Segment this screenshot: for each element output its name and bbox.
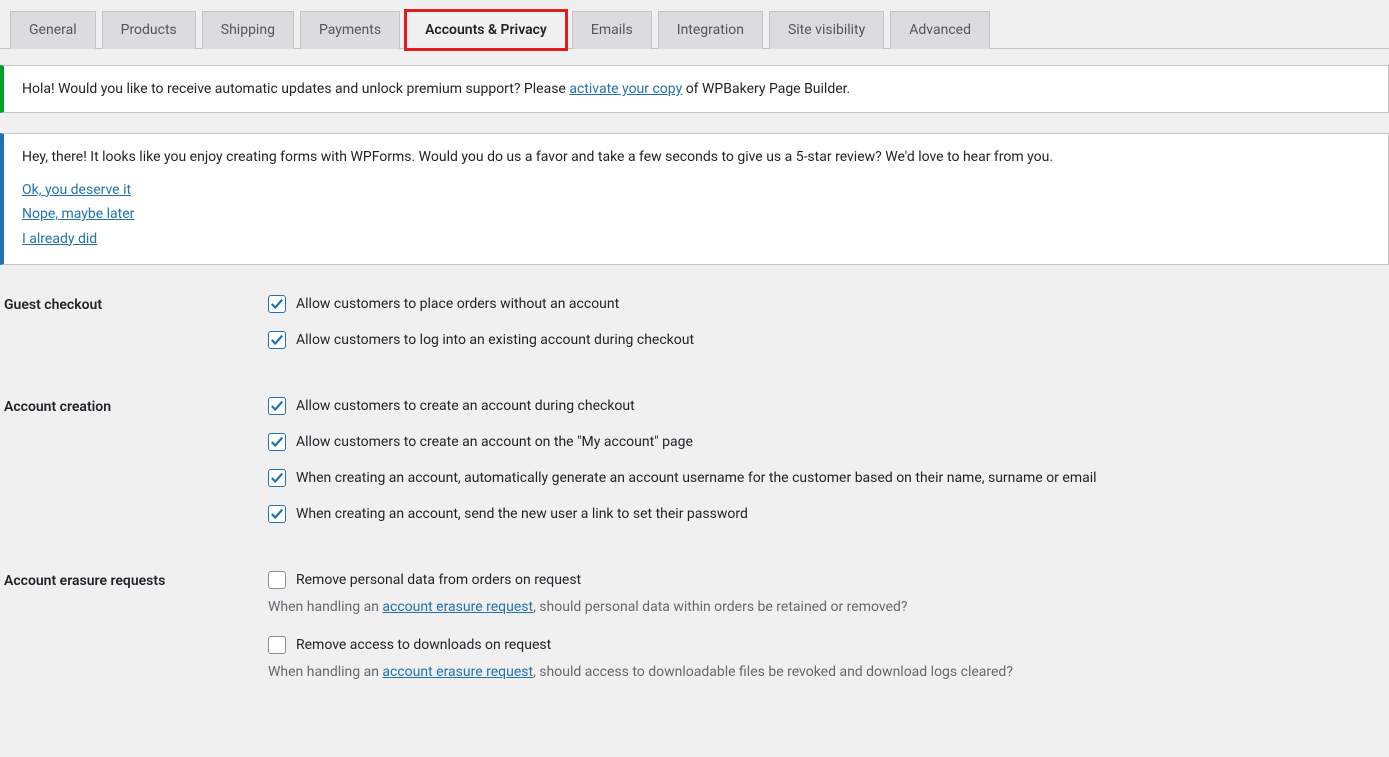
create-account-myaccount-label[interactable]: Allow customers to create an account on … — [296, 434, 693, 450]
erasure-help-1-prefix: When handling an — [268, 599, 382, 615]
notice-wpbakery: Hola! Would you like to receive automati… — [0, 65, 1389, 113]
tab-shipping[interactable]: Shipping — [202, 11, 294, 49]
tab-accounts-privacy[interactable]: Accounts & Privacy — [406, 11, 566, 49]
guest-login-checkbox[interactable] — [268, 331, 286, 349]
tab-emails[interactable]: Emails — [572, 11, 652, 49]
notice-wpforms: Hey, there! It looks like you enjoy crea… — [0, 133, 1389, 265]
tab-site-visibility[interactable]: Site visibility — [769, 11, 884, 49]
auto-username-label[interactable]: When creating an account, automatically … — [296, 470, 1097, 486]
create-account-checkout-label[interactable]: Allow customers to create an account dur… — [296, 398, 635, 414]
erasure-help-2: When handling an account erasure request… — [268, 662, 1389, 683]
auto-username-checkbox[interactable] — [268, 469, 286, 487]
guest-checkout-label: Guest checkout — [4, 295, 268, 313]
settings-tabs: General Products Shipping Payments Accou… — [0, 0, 1389, 49]
tab-integration[interactable]: Integration — [658, 11, 763, 49]
notice-wpforms-text: Hey, there! It looks like you enjoy crea… — [22, 146, 1370, 168]
create-account-checkout-checkbox[interactable] — [268, 397, 286, 415]
account-creation-label: Account creation — [4, 397, 268, 415]
password-link-label[interactable]: When creating an account, send the new u… — [296, 506, 748, 522]
account-erasure-label: Account erasure requests — [4, 571, 268, 589]
erasure-help-2-suffix: , should access to downloadable files be… — [533, 664, 1013, 680]
review-nope-link[interactable]: Nope, maybe later — [22, 203, 1370, 225]
notice-wpbakery-text-prefix: Hola! Would you like to receive automati… — [22, 81, 569, 97]
tab-products[interactable]: Products — [102, 11, 196, 49]
guest-orders-checkbox[interactable] — [268, 295, 286, 313]
review-ok-link[interactable]: Ok, you deserve it — [22, 179, 1370, 201]
erasure-help-1-suffix: , should personal data within orders be … — [533, 599, 907, 615]
erasure-request-link-1[interactable]: account erasure request — [382, 599, 533, 615]
guest-login-label[interactable]: Allow customers to log into an existing … — [296, 332, 694, 348]
create-account-myaccount-checkbox[interactable] — [268, 433, 286, 451]
tab-advanced[interactable]: Advanced — [890, 11, 990, 49]
erasure-help-1: When handling an account erasure request… — [268, 597, 1389, 618]
guest-orders-label[interactable]: Allow customers to place orders without … — [296, 296, 619, 312]
remove-personal-data-label[interactable]: Remove personal data from orders on requ… — [296, 572, 581, 588]
notice-wpbakery-text-suffix: of WPBakery Page Builder. — [682, 81, 850, 97]
remove-downloads-label[interactable]: Remove access to downloads on request — [296, 637, 551, 653]
tab-payments[interactable]: Payments — [300, 11, 400, 49]
erasure-request-link-2[interactable]: account erasure request — [382, 664, 533, 680]
remove-downloads-checkbox[interactable] — [268, 636, 286, 654]
tab-general[interactable]: General — [10, 11, 96, 49]
activate-copy-link[interactable]: activate your copy — [569, 81, 682, 97]
remove-personal-data-checkbox[interactable] — [268, 571, 286, 589]
password-link-checkbox[interactable] — [268, 505, 286, 523]
erasure-help-2-prefix: When handling an — [268, 664, 382, 680]
review-already-link[interactable]: I already did — [22, 228, 1370, 250]
